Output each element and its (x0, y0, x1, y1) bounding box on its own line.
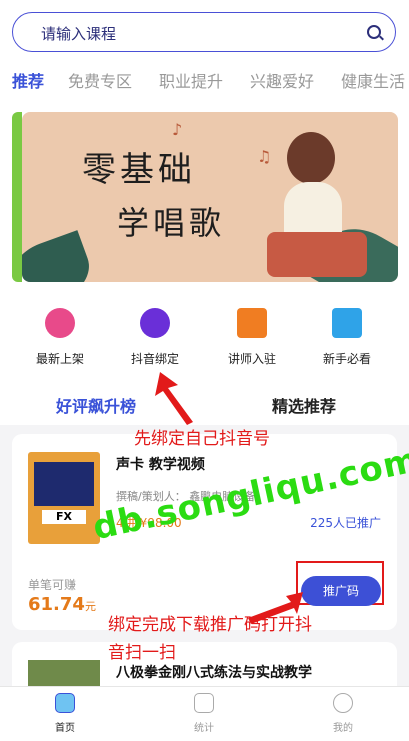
nav-label: 首页 (55, 723, 75, 734)
profile-icon (333, 693, 353, 713)
stats-icon (194, 693, 214, 713)
annotation-arrows (155, 372, 303, 624)
arrow-to-tiktok (155, 372, 193, 425)
arrow-to-promo (248, 592, 303, 624)
nav-label: 统计 (194, 723, 214, 734)
home-icon (55, 693, 75, 713)
nav-label: 我的 (333, 723, 353, 734)
bottom-nav: 首页 统计 我的 (0, 686, 409, 741)
nav-profile[interactable]: 我的 (313, 693, 373, 734)
nav-home[interactable]: 首页 (35, 693, 95, 734)
nav-stats[interactable]: 统计 (174, 693, 234, 734)
